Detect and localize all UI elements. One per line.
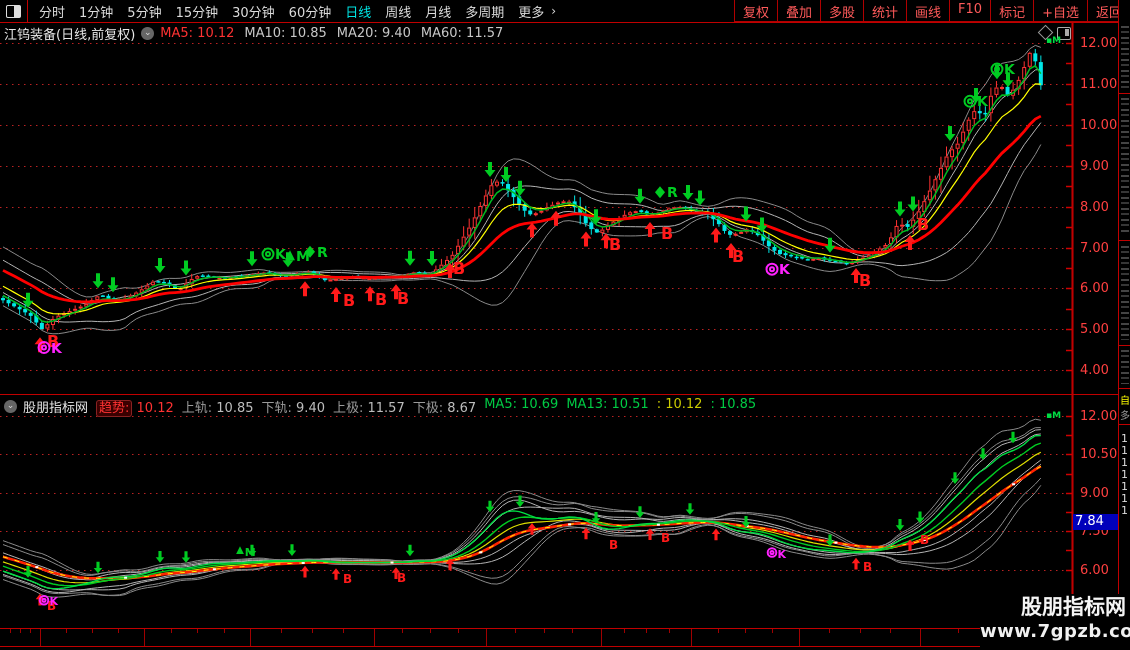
button-复权[interactable]: 复权 (734, 0, 777, 22)
trading-app-window: 分时1分钟5分钟15分钟30分钟60分钟日线周线月线多周期更多 › 复权叠加多股… (0, 0, 1130, 650)
indicator-field-4: 下极: 8.67 (413, 397, 476, 416)
ma-value-MA10: MA10: 10.85 (244, 26, 326, 41)
indicator-header-row: ⌄ 股朋指标网 趋势: 10.12 上轨: 10.85 下轨: 9.40 上极: 11… (4, 398, 764, 414)
period-menu: 分时1分钟5分钟15分钟30分钟60分钟日线周线月线多周期更多 (32, 2, 551, 21)
indicator-field-1: 上轨: 10.85 (182, 397, 254, 416)
button-多股[interactable]: 多股 (820, 0, 863, 22)
menu-item-周线[interactable]: 周线 (378, 2, 418, 21)
menu-item-日线[interactable]: 日线 (338, 2, 378, 21)
collapse-chevron-icon[interactable]: ⌄ (141, 27, 154, 40)
indicator-chart-canvas[interactable] (0, 394, 1130, 628)
chart-title-row: 江钨装备(日线,前复权) ⌄ MA5: 10.12 MA10: 10.85 MA20… (4, 25, 513, 41)
ma-value-MA20: MA20: 9.40 (337, 26, 411, 41)
more-chevron-icon[interactable]: › (551, 4, 560, 18)
right-side-strip[interactable]: 自 多 1111111 (1118, 0, 1130, 650)
menu-item-月线[interactable]: 月线 (418, 2, 458, 21)
axis-bottom-border (0, 646, 1130, 647)
strip-digit: 1 (1121, 504, 1128, 517)
button-F10[interactable]: F10 (949, 0, 990, 22)
menu-item-15分钟[interactable]: 15分钟 (169, 2, 226, 21)
menu-item-多周期[interactable]: 多周期 (458, 2, 511, 21)
button-画线[interactable]: 画线 (906, 0, 949, 22)
layout-toggle-icon[interactable] (6, 5, 21, 18)
indicator-field-2: 下轨: 9.40 (262, 397, 325, 416)
button-标记[interactable]: 标记 (990, 0, 1033, 22)
strip-char: 自 (1120, 392, 1130, 407)
action-buttons: 复权叠加多股统计画线F10标记+自选返回 (734, 0, 1130, 22)
main-chart-canvas[interactable] (0, 22, 1130, 394)
current-value-tag: 7.84 (1073, 514, 1120, 530)
panel-divider (0, 394, 1130, 395)
indicator-values: 趋势: 10.12 上轨: 10.85 下轨: 9.40 上极: 11.57 下极: 8… (96, 397, 764, 416)
strip-char: 多 (1120, 407, 1130, 422)
period-toolbar: 分时1分钟5分钟15分钟30分钟60分钟日线周线月线多周期更多 › 复权叠加多股… (0, 0, 1130, 23)
watermark: 股朋指标网 www.7gpzb.com (980, 594, 1130, 650)
stock-title: 江钨装备(日线,前复权) (4, 24, 135, 43)
indicator-name: 股朋指标网 (23, 397, 88, 416)
menu-item-1分钟[interactable]: 1分钟 (72, 2, 120, 21)
axis-border (1072, 22, 1073, 648)
ma-value-MA5: MA5: 10.12 (160, 26, 234, 41)
indicator-field-7: : 10.12 (657, 397, 703, 416)
menu-item-更多[interactable]: 更多 (511, 2, 551, 21)
ma-value-MA60: MA60: 11.57 (421, 26, 503, 41)
watermark-url: www.7gpzb.com (980, 620, 1126, 644)
button-+自选[interactable]: +自选 (1033, 0, 1087, 22)
indicator-field-0: 趋势: 10.12 (96, 397, 174, 416)
button-统计[interactable]: 统计 (863, 0, 906, 22)
watermark-site-name: 股朋指标网 (980, 594, 1126, 620)
divider (27, 0, 28, 22)
button-叠加[interactable]: 叠加 (777, 0, 820, 22)
indicator-field-6: MA13: 10.51 (566, 397, 648, 416)
signal-flag-icon: ▪M (1046, 36, 1061, 46)
ma-values: MA5: 10.12 MA10: 10.85 MA20: 9.40 MA60: 11.… (160, 26, 513, 41)
indicator-field-3: 上极: 11.57 (333, 397, 405, 416)
collapse-chevron-icon[interactable]: ⌄ (4, 400, 17, 413)
axis-top-border (0, 628, 1130, 629)
indicator-field-5: MA5: 10.69 (484, 397, 558, 416)
menu-item-30分钟[interactable]: 30分钟 (225, 2, 282, 21)
menu-item-分时[interactable]: 分时 (32, 2, 72, 21)
signal-flag-icon: ▪M (1046, 411, 1061, 421)
menu-item-5分钟[interactable]: 5分钟 (120, 2, 168, 21)
menu-item-60分钟[interactable]: 60分钟 (282, 2, 339, 21)
indicator-field-8: : 10.85 (710, 397, 756, 416)
time-axis: 2025年 567891011121 (0, 628, 1130, 647)
